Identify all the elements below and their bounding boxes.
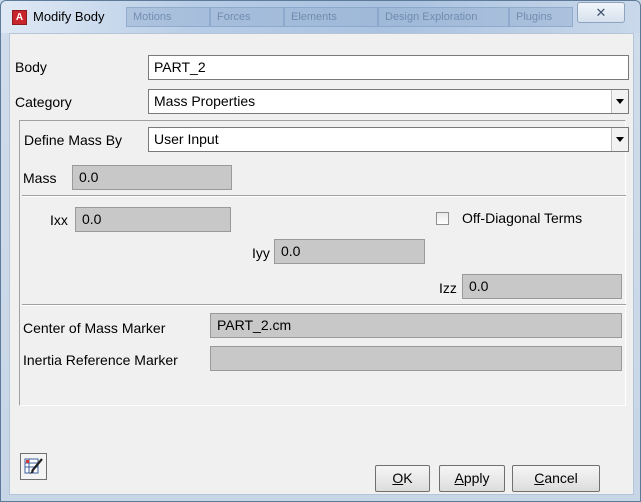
window-title: Modify Body (33, 9, 105, 24)
body-field[interactable]: PART_2 (148, 55, 629, 80)
apply-button[interactable]: Apply (439, 465, 505, 492)
ok-label-rest: K (403, 470, 413, 486)
ok-mnemonic: O (392, 470, 404, 486)
table-edit-icon (24, 458, 43, 474)
modify-body-dialog: A Modify Body Motions Forces Elements De… (0, 0, 641, 502)
table-edit-button[interactable] (20, 453, 47, 480)
ok-button[interactable]: OK (375, 465, 430, 492)
app-icon: A (12, 10, 27, 25)
close-button[interactable]: ✕ (577, 2, 625, 23)
chevron-down-icon[interactable] (611, 128, 628, 151)
ixx-label: Ixx (50, 212, 68, 228)
category-label: Category (15, 94, 72, 110)
izz-label: Izz (439, 280, 457, 296)
category-value: Mass Properties (154, 93, 256, 109)
define-mass-by-dropdown[interactable]: User Input (148, 127, 629, 152)
background-tab: Forces (210, 7, 284, 27)
cancel-button[interactable]: Cancel (512, 465, 600, 492)
ixx-field[interactable]: 0.0 (75, 207, 231, 232)
background-tab: Design Exploration (378, 7, 509, 27)
izz-field[interactable]: 0.0 (462, 274, 622, 299)
background-tab: Plugins (509, 7, 573, 27)
center-of-mass-label: Center of Mass Marker (23, 320, 166, 336)
dialog-body: Body PART_2 Category Mass Properties Def… (9, 33, 634, 495)
chevron-down-icon[interactable] (611, 90, 628, 113)
body-label: Body (15, 59, 47, 75)
iyy-field[interactable]: 0.0 (274, 239, 425, 264)
inertia-reference-label: Inertia Reference Marker (23, 352, 178, 368)
category-dropdown[interactable]: Mass Properties (148, 89, 629, 114)
background-tab: Motions (126, 7, 210, 27)
off-diagonal-label: Off-Diagonal Terms (462, 210, 583, 226)
inertia-reference-field[interactable] (210, 346, 622, 371)
cancel-label-rest: ancel (544, 470, 578, 486)
background-tab: Elements (284, 7, 378, 27)
mass-field[interactable]: 0.0 (72, 165, 232, 190)
title-bar[interactable]: A Modify Body Motions Forces Elements De… (1, 1, 640, 33)
apply-mnemonic: A (454, 470, 464, 486)
mass-label: Mass (23, 170, 57, 186)
define-mass-by-value: User Input (154, 131, 219, 147)
iyy-label: Iyy (252, 245, 270, 261)
divider (22, 304, 626, 306)
off-diagonal-checkbox[interactable] (436, 212, 449, 225)
divider (22, 195, 626, 197)
apply-label-rest: pply (463, 470, 490, 486)
close-icon: ✕ (595, 5, 607, 20)
define-mass-by-label: Define Mass By (24, 132, 123, 148)
center-of-mass-field[interactable]: PART_2.cm (210, 313, 622, 338)
cancel-mnemonic: C (534, 470, 545, 486)
